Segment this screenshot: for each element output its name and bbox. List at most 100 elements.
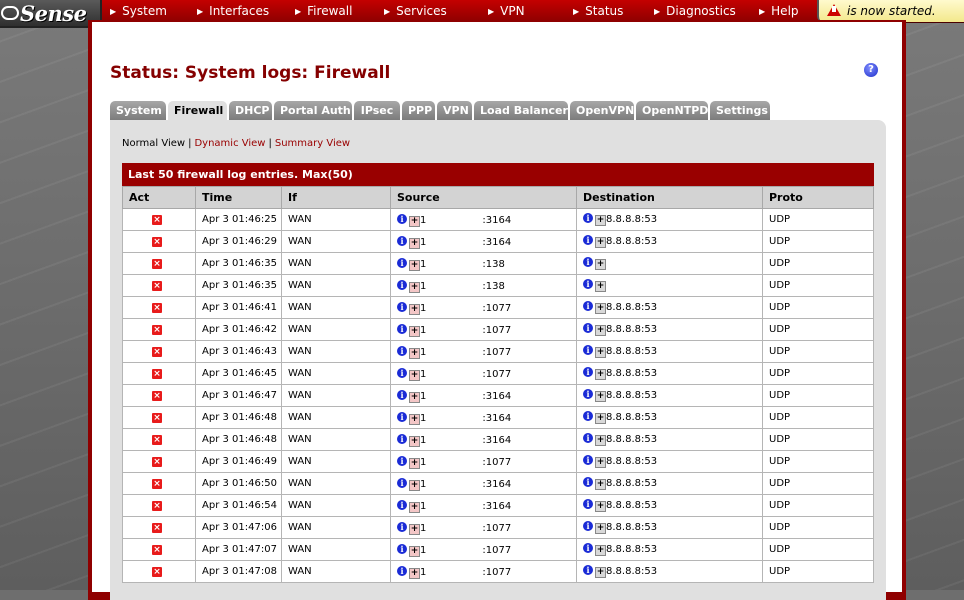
block-icon[interactable]: × (152, 325, 162, 335)
col-proto[interactable]: Proto (762, 186, 874, 209)
plus-icon[interactable]: + (595, 479, 606, 490)
tab-portal-auth[interactable]: Portal Auth (274, 101, 352, 120)
nav-status[interactable]: ▶ Status (573, 0, 623, 22)
info-icon[interactable]: i (397, 280, 407, 290)
plus-icon[interactable]: + (409, 568, 420, 579)
summary-view-link[interactable]: Summary View (275, 138, 350, 149)
block-icon[interactable]: × (152, 413, 162, 423)
tab-dhcp[interactable]: DHCP (229, 101, 272, 120)
info-icon[interactable]: i (397, 456, 407, 466)
tab-load-balancer[interactable]: Load Balancer (474, 101, 568, 120)
nav-diagnostics[interactable]: ▶ Diagnostics (654, 0, 736, 22)
plus-icon[interactable]: + (409, 370, 420, 381)
tab-ipsec[interactable]: IPsec (354, 101, 400, 120)
info-icon[interactable]: i (397, 214, 407, 224)
info-icon[interactable]: i (397, 566, 407, 576)
block-icon[interactable]: × (152, 523, 162, 533)
plus-icon[interactable]: + (595, 237, 606, 248)
block-icon[interactable]: × (152, 215, 162, 225)
plus-icon[interactable]: + (595, 457, 606, 468)
plus-icon[interactable]: + (409, 458, 420, 469)
block-icon[interactable]: × (152, 501, 162, 511)
info-icon[interactable]: i (397, 544, 407, 554)
col-destination[interactable]: Destination (576, 186, 763, 209)
dynamic-view-link[interactable]: Dynamic View (194, 138, 265, 149)
info-icon[interactable]: i (583, 367, 593, 377)
col-time[interactable]: Time (195, 186, 282, 209)
tab-openvpn[interactable]: OpenVPN (570, 101, 634, 120)
info-icon[interactable]: i (583, 235, 593, 245)
nav-help[interactable]: ▶ Help (759, 0, 799, 22)
col-act[interactable]: Act (122, 186, 196, 209)
help-icon[interactable]: ? (864, 63, 878, 77)
block-icon[interactable]: × (152, 567, 162, 577)
tab-vpn[interactable]: VPN (437, 101, 472, 120)
block-icon[interactable]: × (152, 369, 162, 379)
nav-vpn[interactable]: ▶ VPN (488, 0, 525, 22)
info-icon[interactable]: i (397, 390, 407, 400)
col-if[interactable]: If (281, 186, 391, 209)
tab-settings[interactable]: Settings (710, 101, 770, 120)
info-icon[interactable]: i (583, 301, 593, 311)
info-icon[interactable]: i (583, 543, 593, 553)
block-icon[interactable]: × (152, 237, 162, 247)
plus-icon[interactable]: + (409, 414, 420, 425)
info-icon[interactable]: i (397, 302, 407, 312)
tab-openntpd[interactable]: OpenNTPD (636, 101, 708, 120)
info-icon[interactable]: i (583, 257, 593, 267)
nav-interfaces[interactable]: ▶ Interfaces (197, 0, 269, 22)
plus-icon[interactable]: + (595, 567, 606, 578)
normal-view-link[interactable]: Normal View (122, 138, 185, 149)
info-icon[interactable]: i (397, 258, 407, 268)
plus-icon[interactable]: + (595, 523, 606, 534)
nav-system[interactable]: ▶ System (110, 0, 167, 22)
block-icon[interactable]: × (152, 479, 162, 489)
info-icon[interactable]: i (397, 522, 407, 532)
notice-banner[interactable]: is now started. (817, 0, 964, 22)
plus-icon[interactable]: + (409, 348, 420, 359)
info-icon[interactable]: i (397, 236, 407, 246)
plus-icon[interactable]: + (409, 436, 420, 447)
tab-ppp[interactable]: PPP (402, 101, 435, 120)
info-icon[interactable]: i (583, 455, 593, 465)
block-icon[interactable]: × (152, 281, 162, 291)
info-icon[interactable]: i (397, 412, 407, 422)
plus-icon[interactable]: + (595, 501, 606, 512)
info-icon[interactable]: i (397, 324, 407, 334)
info-icon[interactable]: i (583, 521, 593, 531)
info-icon[interactable]: i (583, 345, 593, 355)
info-icon[interactable]: i (397, 500, 407, 510)
plus-icon[interactable]: + (595, 391, 606, 402)
plus-icon[interactable]: + (595, 347, 606, 358)
nav-firewall[interactable]: ▶ Firewall (295, 0, 352, 22)
info-icon[interactable]: i (397, 368, 407, 378)
info-icon[interactable]: i (397, 478, 407, 488)
info-icon[interactable]: i (397, 346, 407, 356)
plus-icon[interactable]: + (409, 524, 420, 535)
block-icon[interactable]: × (152, 259, 162, 269)
col-source[interactable]: Source (390, 186, 577, 209)
info-icon[interactable]: i (583, 565, 593, 575)
tab-system[interactable]: System (110, 101, 166, 120)
plus-icon[interactable]: + (595, 435, 606, 446)
plus-icon[interactable]: + (595, 303, 606, 314)
info-icon[interactable]: i (583, 477, 593, 487)
plus-icon[interactable]: + (595, 413, 606, 424)
plus-icon[interactable]: + (409, 216, 420, 227)
info-icon[interactable]: i (583, 433, 593, 443)
info-icon[interactable]: i (583, 411, 593, 421)
plus-icon[interactable]: + (409, 304, 420, 315)
block-icon[interactable]: × (152, 391, 162, 401)
info-icon[interactable]: i (397, 434, 407, 444)
info-icon[interactable]: i (583, 279, 593, 289)
plus-icon[interactable]: + (409, 392, 420, 403)
info-icon[interactable]: i (583, 389, 593, 399)
plus-icon[interactable]: + (409, 326, 420, 337)
plus-icon[interactable]: + (595, 281, 606, 292)
plus-icon[interactable]: + (409, 260, 420, 271)
plus-icon[interactable]: + (595, 369, 606, 380)
block-icon[interactable]: × (152, 435, 162, 445)
tab-firewall[interactable]: Firewall (168, 101, 227, 121)
pfsense-logo[interactable]: Sense (0, 0, 102, 28)
info-icon[interactable]: i (583, 499, 593, 509)
